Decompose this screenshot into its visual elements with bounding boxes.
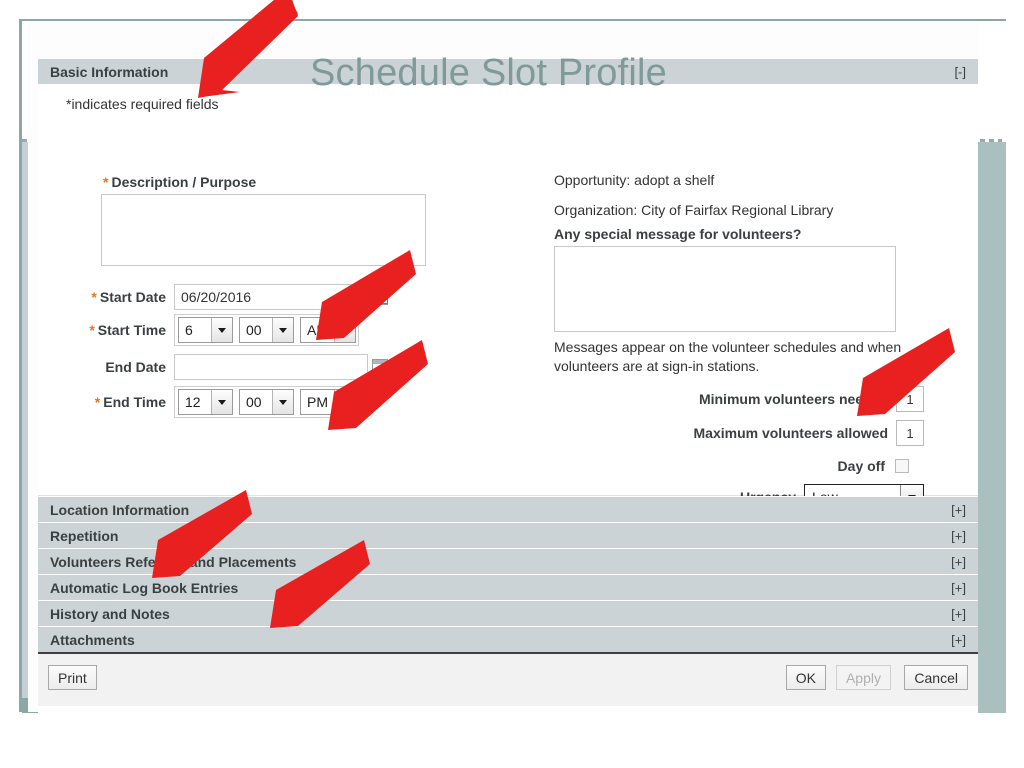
maximum-volunteers-input[interactable] bbox=[896, 420, 924, 446]
section-expand-toggle-repetition[interactable]: [+] bbox=[951, 528, 966, 543]
section-title-history-and-notes: History and Notes bbox=[50, 605, 170, 622]
section-expand-toggle-location-information[interactable]: [+] bbox=[951, 502, 966, 517]
section-header-attachments[interactable]: Attachments [+] bbox=[38, 626, 978, 652]
end-time-hour-select[interactable]: 12 bbox=[178, 389, 233, 415]
section-header-automatic-log-book-entries[interactable]: Automatic Log Book Entries [+] bbox=[38, 574, 978, 600]
section-expand-toggle-automatic-log-book-entries[interactable]: [+] bbox=[951, 580, 966, 595]
chevron-down-icon-start-minute[interactable] bbox=[272, 318, 293, 342]
chevron-down-icon-end-hour[interactable] bbox=[211, 390, 232, 414]
day-off-checkbox[interactable] bbox=[895, 459, 909, 473]
section-expand-toggle-history-and-notes[interactable]: [+] bbox=[951, 606, 966, 621]
basic-information-body: *indicates required fields * Description … bbox=[38, 84, 978, 510]
minimum-volunteers-input[interactable] bbox=[896, 386, 924, 412]
day-off-label: Day off bbox=[837, 458, 885, 474]
start-date-input[interactable] bbox=[174, 284, 368, 310]
end-time-label: * End Time bbox=[68, 394, 174, 410]
start-date-label: * Start Date bbox=[68, 289, 174, 305]
start-time-meridiem-value: AM bbox=[307, 322, 328, 338]
start-date-label-text: Start Date bbox=[99, 289, 166, 305]
calendar-icon-end-date[interactable] bbox=[372, 359, 388, 375]
end-time-label-text: End Time bbox=[103, 394, 166, 410]
schedule-slot-profile-dialog: Basic Information [-] *indicates require… bbox=[38, 58, 978, 718]
section-header-history-and-notes[interactable]: History and Notes [+] bbox=[38, 600, 978, 626]
end-time-meridiem-value: PM bbox=[307, 394, 328, 410]
day-off-row: Day off bbox=[554, 458, 924, 474]
dialog-footer: Print OK Apply Cancel bbox=[38, 652, 978, 706]
section-expand-toggle-volunteers-referrals-and-placements[interactable]: [+] bbox=[951, 554, 966, 569]
end-time-minute-select[interactable]: 00 bbox=[239, 389, 294, 415]
chevron-down-icon-start-hour[interactable] bbox=[211, 318, 232, 342]
section-collapse-toggle-basic-information[interactable]: [-] bbox=[954, 64, 966, 79]
section-title-volunteers-referrals-and-placements: Volunteers Referrals and Placements bbox=[50, 553, 297, 570]
frame-top-border bbox=[19, 19, 1006, 21]
end-time-hour-value: 12 bbox=[185, 394, 201, 410]
end-date-row: End Date bbox=[68, 354, 388, 380]
section-title-attachments: Attachments bbox=[50, 631, 135, 648]
start-time-hour-select[interactable]: 6 bbox=[178, 317, 233, 343]
required-star-start-date: * bbox=[91, 289, 97, 305]
required-fields-note: *indicates required fields bbox=[66, 96, 219, 112]
start-time-label: * Start Time bbox=[68, 322, 174, 338]
chevron-down-icon-start-meridiem[interactable] bbox=[334, 318, 355, 342]
minimum-volunteers-row: Minimum volunteers needed bbox=[554, 386, 924, 412]
start-time-hour-value: 6 bbox=[185, 322, 193, 338]
end-time-row: * End Time 12 00 PM bbox=[68, 386, 359, 418]
start-time-label-text: Start Time bbox=[97, 322, 166, 338]
required-star-start-time: * bbox=[89, 322, 95, 338]
section-title-location-information: Location Information bbox=[50, 501, 190, 518]
chevron-down-icon-end-minute[interactable] bbox=[272, 390, 293, 414]
start-time-minute-select[interactable]: 00 bbox=[239, 317, 294, 343]
special-message-help-text: Messages appear on the volunteer schedul… bbox=[554, 339, 902, 374]
start-date-row: * Start Date bbox=[68, 284, 388, 310]
end-date-input[interactable] bbox=[174, 354, 368, 380]
section-header-volunteers-referrals-and-placements[interactable]: Volunteers Referrals and Placements [+] bbox=[38, 548, 978, 574]
section-title-repetition: Repetition bbox=[50, 527, 119, 544]
section-header-repetition[interactable]: Repetition [+] bbox=[38, 522, 978, 548]
cancel-button[interactable]: Cancel bbox=[904, 665, 968, 690]
required-star-description: * bbox=[103, 174, 109, 190]
end-date-label: End Date bbox=[105, 359, 166, 375]
minimum-volunteers-label: Minimum volunteers needed bbox=[698, 391, 888, 407]
start-time-row: * Start Time 6 00 AM bbox=[68, 314, 359, 346]
chevron-down-icon-end-meridiem[interactable] bbox=[334, 390, 355, 414]
required-star-end-time: * bbox=[94, 394, 101, 410]
section-header-location-information[interactable]: Location Information [+] bbox=[38, 496, 978, 522]
section-expand-toggle-attachments[interactable]: [+] bbox=[951, 632, 966, 647]
section-title-basic-information: Basic Information bbox=[50, 63, 169, 80]
special-message-textarea[interactable] bbox=[554, 246, 896, 332]
maximum-volunteers-row: Maximum volunteers allowed bbox=[554, 420, 924, 446]
end-time-minute-value: 00 bbox=[246, 394, 262, 410]
special-message-label: Any special message for volunteers? bbox=[554, 226, 802, 242]
start-time-group: 6 00 AM bbox=[174, 314, 359, 346]
ok-button[interactable]: OK bbox=[785, 665, 826, 690]
opportunity-text: Opportunity: adopt a shelf bbox=[554, 172, 715, 188]
maximum-volunteers-label: Maximum volunteers allowed bbox=[693, 425, 889, 441]
end-time-meridiem-select[interactable]: PM bbox=[300, 389, 356, 415]
section-title-automatic-log-book-entries: Automatic Log Book Entries bbox=[50, 579, 239, 596]
calendar-icon-start-date[interactable] bbox=[372, 289, 388, 305]
print-button[interactable]: Print bbox=[48, 665, 97, 690]
section-header-basic-information[interactable]: Basic Information [-] bbox=[38, 58, 978, 84]
right-details-column: Opportunity: adopt a shelf Organization:… bbox=[554, 172, 954, 510]
start-time-minute-value: 00 bbox=[246, 322, 262, 338]
apply-button: Apply bbox=[835, 665, 891, 690]
description-purpose-textarea[interactable] bbox=[101, 194, 426, 266]
description-purpose-label-text: Description / Purpose bbox=[111, 174, 257, 190]
start-time-meridiem-select[interactable]: AM bbox=[300, 317, 356, 343]
description-purpose-label: * Description / Purpose bbox=[103, 174, 256, 190]
end-time-group: 12 00 PM bbox=[174, 386, 359, 418]
organization-text: Organization: City of Fairfax Regional L… bbox=[554, 202, 834, 218]
